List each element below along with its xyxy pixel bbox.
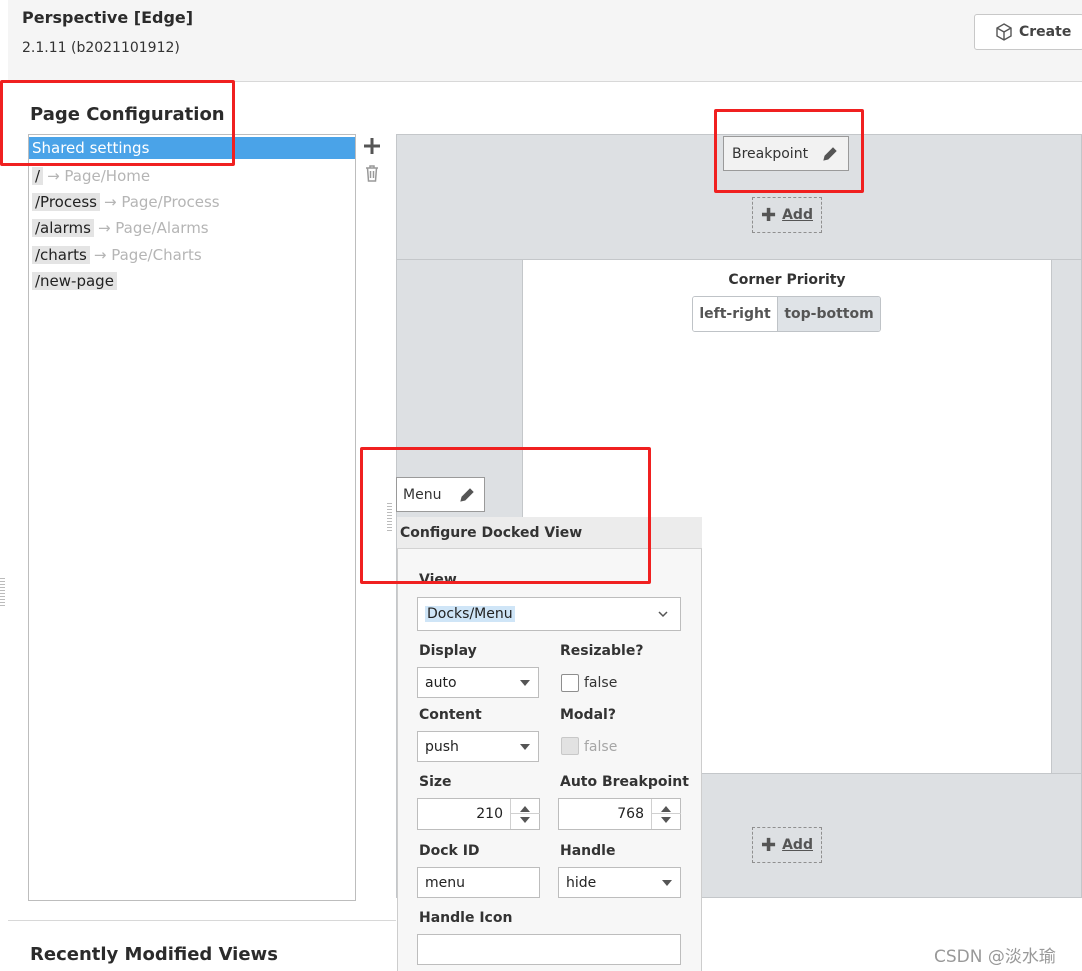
create-button[interactable]: Create <box>974 14 1082 50</box>
display-label: Display <box>419 643 477 659</box>
page-list: Shared settings / → Page/Home /Process →… <box>28 134 356 901</box>
add-label: Add <box>782 837 813 853</box>
list-item-page[interactable]: /Process → Page/Process <box>32 191 220 213</box>
handle-value: hide <box>566 874 597 891</box>
annotation-box <box>360 447 651 584</box>
auto-breakpoint-value: 768 <box>617 806 644 822</box>
chevron-down-icon <box>658 611 668 618</box>
size-label: Size <box>419 774 452 790</box>
arrow-icon: → <box>93 246 107 264</box>
caret-up-icon <box>661 806 671 812</box>
corner-priority-top-bottom[interactable]: top-bottom <box>778 297 880 331</box>
view-value: Docks/Menu <box>425 606 515 622</box>
page-target: Page/Home <box>64 167 151 185</box>
resize-handle[interactable] <box>0 578 5 606</box>
corner-priority-toggle: left-right top-bottom <box>692 296 881 332</box>
caret-down-icon <box>520 817 530 823</box>
dock-id-value: menu <box>425 874 465 891</box>
page-target: Page/Process <box>121 193 220 211</box>
page-path: /alarms <box>32 219 94 237</box>
recently-modified-title: Recently Modified Views <box>30 944 278 965</box>
view-select[interactable]: Docks/Menu <box>417 597 681 631</box>
dock-id-label: Dock ID <box>419 843 480 859</box>
content-value: push <box>425 738 459 755</box>
create-button-label: Create <box>1019 24 1072 40</box>
annotation-box <box>0 80 235 166</box>
resizable-checkbox[interactable] <box>561 674 579 692</box>
dock-id-input[interactable]: menu <box>417 867 540 898</box>
size-value: 210 <box>476 806 503 822</box>
page-path: /charts <box>32 246 90 264</box>
add-label: Add <box>782 207 813 223</box>
page-path: / <box>32 167 44 185</box>
corner-priority-left-right[interactable]: left-right <box>693 297 778 331</box>
page-target: Page/Alarms <box>115 219 209 237</box>
stepper-buttons[interactable] <box>651 799 681 829</box>
list-item-page[interactable]: /charts → Page/Charts <box>32 244 202 266</box>
plus-icon: ✚ <box>761 204 777 226</box>
plus-icon: ✚ <box>761 834 777 856</box>
corner-priority-label: Corner Priority <box>728 272 846 288</box>
caret-down-icon <box>520 744 530 750</box>
arrow-icon: → <box>47 167 60 185</box>
page-target: Page/Charts <box>111 246 202 264</box>
content-label: Content <box>419 707 482 723</box>
handle-icon-label: Handle Icon <box>419 910 513 926</box>
size-stepper[interactable]: 210 <box>417 798 540 830</box>
list-item-page[interactable]: /alarms → Page/Alarms <box>32 217 209 239</box>
cube-icon <box>996 23 1012 41</box>
caret-down-icon <box>520 680 530 686</box>
resizable-label: Resizable? <box>560 643 644 659</box>
divider <box>8 920 396 921</box>
caret-up-icon <box>520 806 530 812</box>
auto-breakpoint-label: Auto Breakpoint <box>560 774 689 790</box>
page-path: /new-page <box>32 272 117 290</box>
page-path: /Process <box>32 193 100 211</box>
handle-icon-input[interactable] <box>417 934 681 965</box>
caret-down-icon <box>662 880 672 886</box>
watermark: CSDN @淡水瑜 <box>934 947 1056 967</box>
divider <box>700 773 1082 774</box>
handle-label: Handle <box>560 843 616 859</box>
auto-breakpoint-stepper[interactable]: 768 <box>558 798 681 830</box>
trash-icon[interactable] <box>364 164 380 182</box>
list-item-page[interactable]: / → Page/Home <box>32 165 150 187</box>
resizable-value: false <box>584 675 618 691</box>
content-select[interactable]: push <box>417 731 539 762</box>
app-title: Perspective [Edge] <box>22 8 194 27</box>
modal-value: false <box>584 739 618 755</box>
annotation-box <box>714 109 864 193</box>
app-version: 2.1.11 (b2021101912) <box>22 40 180 56</box>
display-select[interactable]: auto <box>417 667 539 698</box>
stepper-buttons[interactable] <box>510 799 540 829</box>
plus-icon[interactable] <box>362 136 382 156</box>
modal-label: Modal? <box>560 707 616 723</box>
arrow-icon: → <box>103 193 117 211</box>
display-value: auto <box>425 674 457 691</box>
handle-select[interactable]: hide <box>558 867 681 898</box>
caret-down-icon <box>661 817 671 823</box>
add-top-dock-button[interactable]: ✚ Add <box>752 197 822 233</box>
add-bottom-dock-button[interactable]: ✚ Add <box>752 827 822 863</box>
list-item-page[interactable]: /new-page <box>32 270 117 292</box>
modal-checkbox[interactable] <box>561 737 579 755</box>
arrow-icon: → <box>97 219 111 237</box>
